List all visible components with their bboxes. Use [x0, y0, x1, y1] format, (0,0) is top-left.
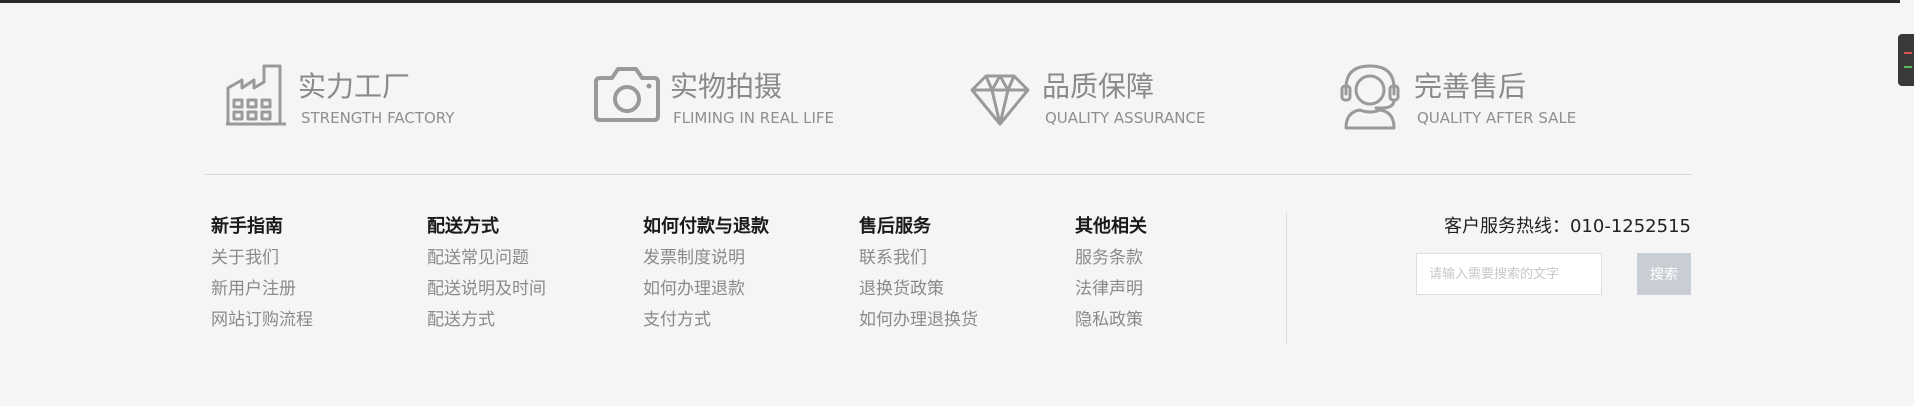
- footer-column-other: 其他相关 服务条款 法律声明 隐私政策: [1075, 218, 1147, 343]
- diamond-icon: [970, 74, 1030, 126]
- footer-link[interactable]: 配送说明及时间: [427, 281, 546, 312]
- feature-subtitle: QUALITY AFTER SALE: [1417, 109, 1577, 127]
- footer-link[interactable]: 配送方式: [427, 312, 546, 343]
- footer-link[interactable]: 退换货政策: [859, 281, 978, 312]
- footer-link[interactable]: 如何办理退换货: [859, 312, 978, 343]
- column-heading: 其他相关: [1075, 216, 1147, 237]
- footer-link[interactable]: 服务条款: [1075, 250, 1147, 281]
- footer-link[interactable]: 联系我们: [859, 250, 978, 281]
- hotline-label: 客户服务热线：: [1443, 216, 1570, 237]
- feature-subtitle: FLIMING IN REAL LIFE: [673, 109, 834, 127]
- feature-subtitle: STRENGTH FACTORY: [301, 109, 455, 127]
- vertical-divider: [1286, 212, 1287, 344]
- feature-title: 完善售后: [1414, 70, 1527, 103]
- footer-link[interactable]: 关于我们: [211, 250, 313, 281]
- side-tab-mark-icon: [1904, 66, 1912, 68]
- side-floating-tab[interactable]: [1898, 34, 1914, 86]
- footer-link[interactable]: 网站订购流程: [211, 312, 313, 343]
- feature-title: 实物拍摄: [670, 70, 783, 103]
- column-heading: 新手指南: [211, 216, 283, 237]
- feature-strip: 实力工厂 STRENGTH FACTORY 实物拍摄 FLIMING IN RE…: [0, 0, 1700, 175]
- camera-icon: [594, 67, 660, 122]
- side-tab-mark-icon: [1904, 52, 1912, 54]
- footer-link[interactable]: 隐私政策: [1075, 312, 1147, 343]
- column-heading: 配送方式: [427, 216, 499, 237]
- service-hotline: 客户服务热线：010-1252515: [1380, 218, 1691, 236]
- column-heading: 售后服务: [859, 216, 931, 237]
- headset-icon: [1340, 64, 1400, 130]
- search-input[interactable]: [1416, 253, 1602, 295]
- column-heading: 如何付款与退款: [643, 216, 769, 237]
- feature-subtitle: QUALITY ASSURANCE: [1045, 109, 1206, 127]
- footer-link[interactable]: 如何办理退款: [643, 281, 769, 312]
- footer-link[interactable]: 支付方式: [643, 312, 769, 343]
- footer-link[interactable]: 新用户注册: [211, 281, 313, 312]
- hotline-number: 010-1252515: [1569, 216, 1691, 237]
- footer-column-guide: 新手指南 关于我们 新用户注册 网站订购流程: [211, 218, 313, 343]
- section-divider: [205, 174, 1692, 175]
- feature-title: 品质保障: [1042, 70, 1155, 103]
- footer-link[interactable]: 发票制度说明: [643, 250, 769, 281]
- search-button[interactable]: 搜索: [1637, 253, 1691, 295]
- footer-link[interactable]: 配送常见问题: [427, 250, 546, 281]
- factory-icon: [226, 64, 286, 126]
- footer-link[interactable]: 法律声明: [1075, 281, 1147, 312]
- footer-column-after-sale: 售后服务 联系我们 退换货政策 如何办理退换货: [859, 218, 978, 343]
- footer-column-payment: 如何付款与退款 发票制度说明 如何办理退款 支付方式: [643, 218, 769, 343]
- feature-title: 实力工厂: [298, 70, 411, 103]
- footer-column-delivery: 配送方式 配送常见问题 配送说明及时间 配送方式: [427, 218, 546, 343]
